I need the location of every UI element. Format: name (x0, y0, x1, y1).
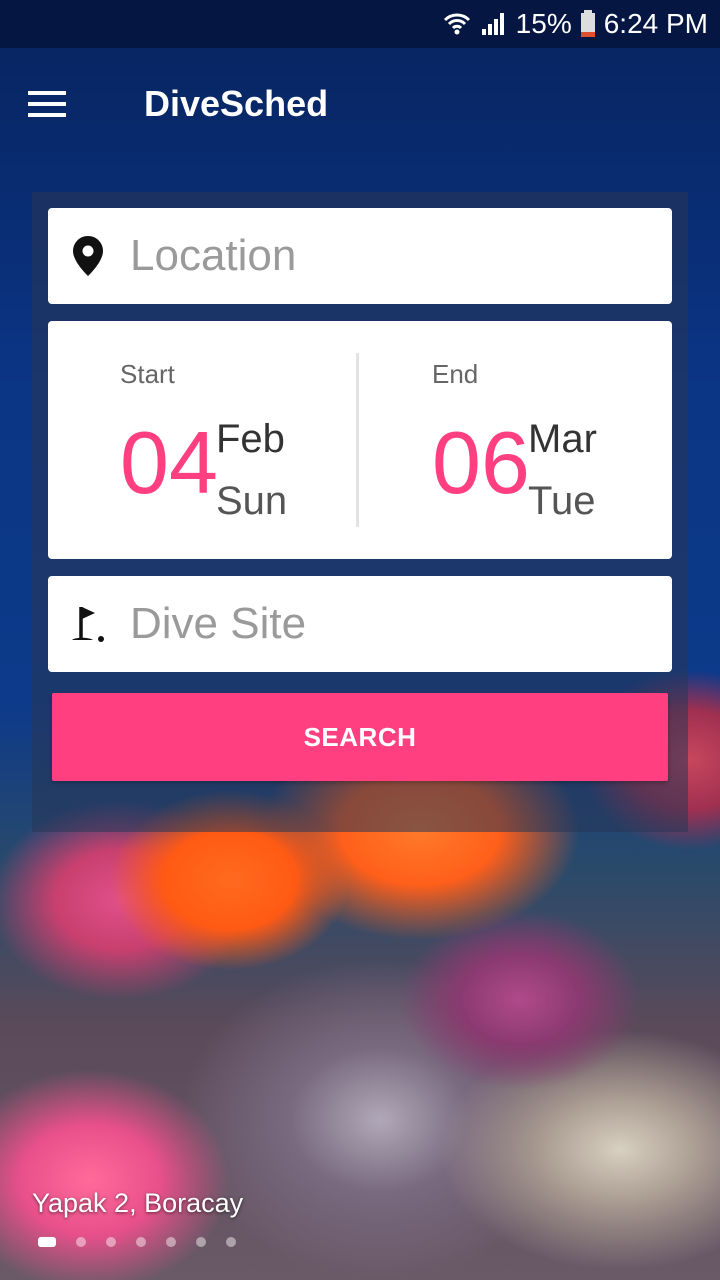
dive-site-input[interactable] (130, 599, 650, 649)
pager-dot[interactable] (136, 1237, 146, 1247)
start-date[interactable]: Start 04 Feb Sun (48, 321, 360, 559)
start-weekday: Sun (216, 479, 288, 523)
end-weekday: Tue (528, 479, 596, 523)
location-pin-icon (48, 235, 128, 277)
carousel-pager (38, 1237, 256, 1247)
signal-icon (480, 11, 508, 37)
status-time: 6:24 PM (603, 8, 708, 39)
app-bar: DiveSched (0, 48, 720, 160)
start-day: 04 (120, 413, 218, 512)
menu-icon[interactable] (0, 48, 96, 160)
pager-dot[interactable] (38, 1237, 56, 1247)
pager-dot[interactable] (196, 1237, 206, 1247)
pager-dot[interactable] (76, 1237, 86, 1247)
battery-percent: 15% (515, 8, 572, 39)
status-bar: 15% 6:24 PM (0, 0, 720, 48)
wifi-icon (442, 11, 472, 37)
end-date[interactable]: End 06 Mar Tue (360, 321, 672, 559)
search-button[interactable]: SEARCH (52, 693, 668, 781)
date-divider (356, 353, 359, 527)
search-panel: Start 04 Feb Sun End 06 Mar Tue SEARCH (32, 192, 688, 832)
start-date-label: Start (120, 359, 175, 389)
date-range-card: Start 04 Feb Sun End 06 Mar Tue (48, 321, 672, 559)
pager-dot[interactable] (106, 1237, 116, 1247)
carousel-caption: Yapak 2, Boracay (32, 1188, 244, 1218)
end-month: Mar (528, 417, 597, 461)
location-field[interactable] (48, 208, 672, 304)
end-date-label: End (432, 359, 479, 389)
battery-icon (580, 10, 596, 38)
dive-site-field[interactable] (48, 576, 672, 672)
app-title: DiveSched (144, 83, 329, 124)
location-input[interactable] (130, 231, 650, 281)
pager-dot[interactable] (226, 1237, 236, 1247)
flag-icon (48, 604, 128, 644)
end-day: 06 (432, 413, 530, 512)
start-month: Feb (216, 417, 285, 461)
pager-dot[interactable] (166, 1237, 176, 1247)
